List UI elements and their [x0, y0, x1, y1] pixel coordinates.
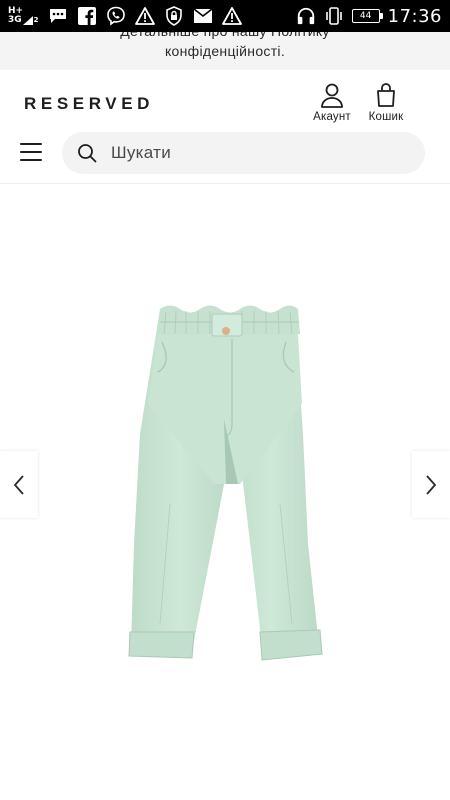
chevron-right-icon	[426, 474, 437, 495]
warning-icon	[221, 6, 242, 26]
battery-level: 44	[359, 11, 372, 21]
network-indicator: H+ 3G 2	[8, 7, 39, 25]
search-placeholder: Шукати	[111, 143, 172, 162]
clock: 17:36	[387, 5, 442, 27]
status-bar: H+ 3G 2 44 17:36	[0, 0, 450, 32]
vibrate-icon	[324, 6, 344, 26]
lock-icon	[164, 6, 184, 26]
network-sub: 3G	[8, 15, 22, 25]
sim-number: 2	[33, 16, 39, 24]
cookie-notice-line-1[interactable]: Детальніше про нашу Політику	[0, 32, 450, 41]
warning-icon	[134, 6, 155, 26]
account-button[interactable]: Акаунт	[306, 82, 358, 123]
account-label: Акаунт	[313, 111, 351, 123]
search-icon	[78, 144, 97, 163]
signal-icon	[22, 16, 33, 25]
next-image-button[interactable]	[412, 451, 450, 518]
user-icon	[321, 83, 343, 108]
battery-icon: 44	[351, 9, 383, 23]
cart-button[interactable]: Кошик	[360, 82, 412, 123]
product-image	[128, 305, 323, 661]
site-header: RESERVED Акаунт Кошик Шукати	[0, 70, 450, 184]
headset-icon	[296, 6, 316, 26]
hamburger-icon[interactable]	[20, 143, 42, 161]
reserved-logo[interactable]: RESERVED	[24, 94, 154, 114]
cart-label: Кошик	[368, 111, 404, 123]
facebook-icon	[77, 6, 97, 26]
search-input[interactable]: Шукати	[62, 132, 425, 174]
cookie-notice: Детальніше про нашу Політику конфіденцій…	[0, 32, 450, 70]
previous-image-button[interactable]	[0, 451, 38, 518]
mail-icon	[193, 6, 213, 26]
cookie-notice-line-2[interactable]: конфіденційності.	[0, 42, 450, 61]
shopping-bag-icon	[377, 83, 395, 107]
viber-icon	[106, 6, 126, 26]
chevron-left-icon	[13, 474, 24, 495]
message-icon	[48, 6, 68, 26]
product-gallery[interactable]	[0, 184, 450, 800]
